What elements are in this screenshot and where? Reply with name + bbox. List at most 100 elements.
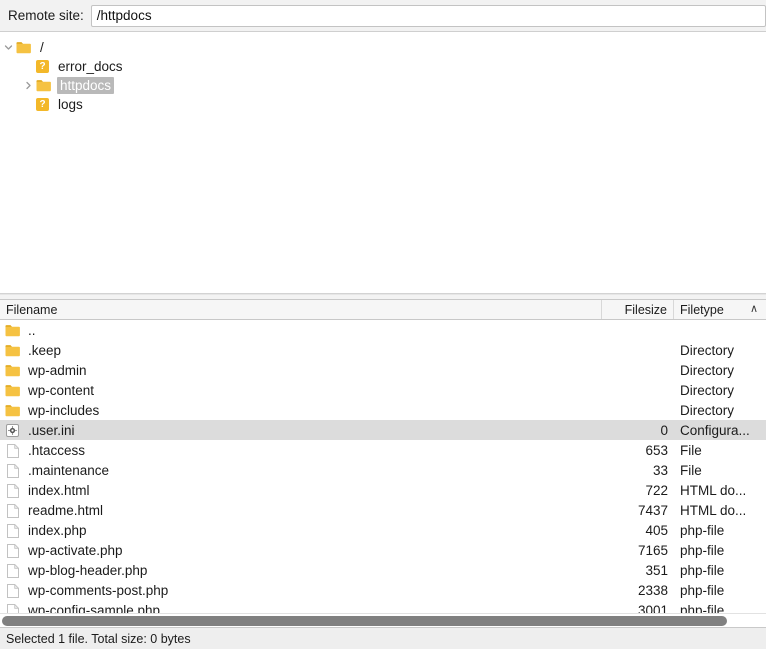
tree-item-errordocs[interactable]: ? error_docs — [0, 57, 766, 76]
file-name-label: wp-admin — [28, 362, 87, 378]
file-type-cell: php-file — [680, 542, 725, 558]
column-header-filetype[interactable]: Filetype ∧ — [674, 300, 766, 319]
status-bar: Selected 1 file. Total size: 0 bytes — [0, 627, 766, 649]
file-size-cell: 351 — [645, 562, 668, 578]
file-name-cell: index.php — [0, 523, 602, 538]
file-name-label: wp-config-sample.php — [28, 602, 161, 614]
file-icon — [5, 563, 20, 578]
file-type-cell: php-file — [680, 582, 725, 598]
folder-icon — [5, 384, 20, 397]
file-name-cell: readme.html — [0, 503, 602, 518]
file-list-row[interactable]: index.html 722 HTML do... — [0, 480, 766, 500]
tree-item-label: error_docs — [58, 59, 123, 74]
file-icon — [5, 503, 20, 518]
file-size-cell: 405 — [645, 522, 668, 538]
file-type-cell: php-file — [680, 522, 725, 538]
file-name-label: .. — [28, 322, 36, 338]
file-list-row[interactable]: wp-blog-header.php 351 php-file — [0, 560, 766, 580]
file-name-label: .maintenance — [28, 462, 110, 478]
file-list-row[interactable]: wp-config-sample.php 3001 php-file — [0, 600, 766, 613]
file-list-row[interactable]: .keep Directory — [0, 340, 766, 360]
file-name-label: wp-content — [28, 382, 95, 398]
file-type-cell: php-file — [680, 562, 725, 578]
folder-icon — [5, 364, 20, 377]
file-name-cell: wp-content — [0, 383, 602, 398]
file-icon — [5, 463, 20, 478]
file-name-cell: .maintenance — [0, 463, 602, 478]
file-name-cell: wp-blog-header.php — [0, 563, 602, 578]
file-list-row[interactable]: .. — [0, 320, 766, 340]
remote-directory-tree[interactable]: /? error_docs httpdocs? logs — [0, 32, 766, 294]
file-name-cell: .. — [0, 323, 602, 338]
file-size-cell: 722 — [645, 482, 668, 498]
file-size-cell: 653 — [645, 442, 668, 458]
file-icon — [5, 603, 20, 613]
file-name-label: wp-activate.php — [28, 542, 123, 558]
file-list-row[interactable]: wp-admin Directory — [0, 360, 766, 380]
file-list-row[interactable]: .user.ini 0 Configura... — [0, 420, 766, 440]
file-name-cell: wp-activate.php — [0, 543, 602, 558]
file-type-cell: Configura... — [680, 422, 750, 438]
file-name-cell: wp-comments-post.php — [0, 583, 602, 598]
file-name-cell: wp-config-sample.php — [0, 602, 602, 614]
horizontal-scrollbar[interactable] — [0, 613, 766, 627]
file-size-cell: 3001 — [637, 602, 668, 614]
file-type-cell: HTML do... — [680, 482, 747, 498]
chevron-right-icon[interactable] — [20, 81, 36, 90]
file-icon — [5, 443, 20, 458]
file-type-cell: Directory — [680, 342, 735, 358]
column-header-filename-label: Filename — [6, 302, 58, 317]
file-name-label: .user.ini — [28, 422, 75, 438]
tree-item-label: logs — [58, 97, 83, 112]
question-mark-icon: ? — [36, 60, 49, 73]
status-bar-text: Selected 1 file. Total size: 0 bytes — [6, 631, 191, 646]
remote-site-input[interactable]: /httpdocs — [90, 4, 766, 27]
file-type-cell: php-file — [680, 602, 725, 614]
file-size-cell: 0 — [660, 422, 668, 438]
folder-icon — [36, 79, 51, 92]
file-size-cell: 2338 — [637, 582, 668, 598]
file-list-row[interactable]: wp-includes Directory — [0, 400, 766, 420]
file-icon — [5, 543, 20, 558]
file-name-label: index.html — [28, 482, 90, 498]
file-type-cell: Directory — [680, 382, 735, 398]
file-list-row[interactable]: .maintenance 33 File — [0, 460, 766, 480]
file-list-row[interactable]: .htaccess 653 File — [0, 440, 766, 460]
tree-item-logs[interactable]: ? logs — [0, 95, 766, 114]
remote-site-bar: Remote site: /httpdocs — [0, 0, 766, 32]
folder-icon — [5, 324, 20, 337]
remote-file-list: Filename Filesize Filetype ∧ .. .keep Dire… — [0, 300, 766, 627]
file-list-row[interactable]: wp-content Directory — [0, 380, 766, 400]
chevron-down-icon[interactable] — [0, 43, 16, 52]
remote-site-label: Remote site: — [8, 8, 84, 23]
file-list-body[interactable]: .. .keep Directory wp-admin Directory wp-cont… — [0, 320, 766, 613]
file-name-label: wp-includes — [28, 402, 100, 418]
tree-item-httpdocs[interactable]: httpdocs — [0, 76, 766, 95]
column-header-filesize[interactable]: Filesize — [602, 300, 674, 319]
sort-ascending-icon: ∧ — [749, 303, 758, 315]
folder-icon — [16, 41, 31, 54]
file-name-cell: index.html — [0, 483, 602, 498]
file-type-cell: Directory — [680, 362, 735, 378]
file-type-cell: HTML do... — [680, 502, 747, 518]
folder-icon — [5, 404, 20, 417]
file-list-row[interactable]: wp-activate.php 7165 php-file — [0, 540, 766, 560]
file-name-cell: .htaccess — [0, 443, 602, 458]
file-size-cell: 33 — [652, 462, 668, 478]
tree-item-[interactable]: / — [0, 38, 766, 57]
file-icon — [5, 583, 20, 598]
file-list-row[interactable]: index.php 405 php-file — [0, 520, 766, 540]
remote-site-path-value: /httpdocs — [96, 8, 152, 23]
file-size-cell: 7437 — [637, 502, 668, 518]
file-name-cell: .user.ini — [0, 423, 602, 438]
file-list-row[interactable]: wp-comments-post.php 2338 php-file — [0, 580, 766, 600]
tree-item-label: httpdocs — [57, 77, 115, 94]
column-header-filename[interactable]: Filename — [0, 300, 602, 319]
file-type-cell: File — [680, 442, 702, 458]
file-name-label: wp-blog-header.php — [28, 562, 148, 578]
file-size-cell: 7165 — [637, 542, 668, 558]
file-name-cell: .keep — [0, 343, 602, 358]
file-list-row[interactable]: readme.html 7437 HTML do... — [0, 500, 766, 520]
horizontal-scrollbar-thumb[interactable] — [2, 615, 728, 626]
file-name-label: .keep — [28, 342, 62, 358]
